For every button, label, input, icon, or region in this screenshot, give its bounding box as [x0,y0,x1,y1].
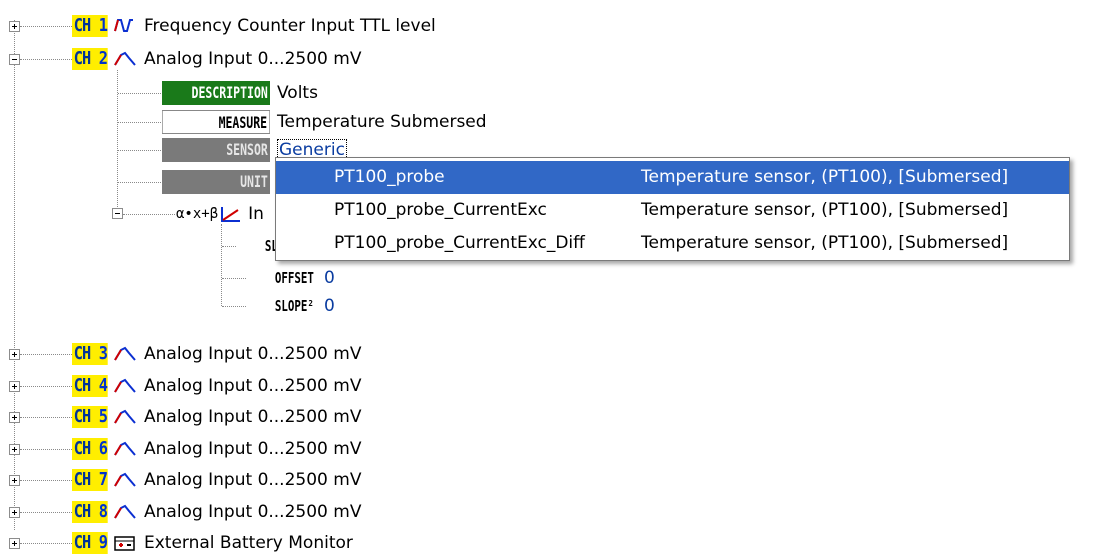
expand-toggle-ch5[interactable] [9,412,20,423]
tree-guide-line [20,386,72,387]
formula-value: In [248,204,264,224]
expand-toggle-ch7[interactable] [9,475,20,486]
sensor-dropdown-list[interactable]: PT100_probe Temperature sensor, (PT100),… [275,157,1070,261]
frequency-wave-icon [114,17,136,35]
channel-label: External Battery Monitor [144,533,353,553]
measure-value: Temperature Submersed [277,112,487,132]
tree-node-ch2[interactable]: CH 2 Analog Input 0...2500 mV [72,47,361,71]
tree-node-ch7[interactable]: CH 7 Analog Input 0...2500 mV [72,468,361,492]
analog-wave-icon [114,377,136,395]
analog-wave-icon [114,50,136,68]
expand-toggle-ch1[interactable] [9,21,20,32]
offset-tag: OFFSET [246,266,316,290]
tree-guide-line [20,26,72,27]
collapse-toggle-formula[interactable] [112,208,123,219]
channel-label: Analog Input 0...2500 mV [144,439,362,459]
channel-tree: CH 1 Frequency Counter Input TTL level C… [0,0,1095,554]
collapse-toggle-ch2[interactable] [9,54,20,65]
analog-wave-icon [114,345,136,363]
channel-tag: CH 5 [72,406,108,428]
slope2-tag: SLOPE² [246,294,316,318]
linear-formula-icon [220,205,242,223]
channel-label: Analog Input 0...2500 mV [144,407,362,427]
channel-tag: CH 9 [72,532,108,554]
tree-guide-line [20,449,72,450]
description-tag: DESCRIPTION [162,81,270,105]
tree-guide-line [20,59,72,60]
tree-guide-line [20,480,72,481]
prop-unit[interactable]: UNIT N [120,170,290,194]
tree-guide-line [20,512,72,513]
channel-label: Analog Input 0...2500 mV [144,344,362,364]
channel-tag: CH 1 [72,15,108,37]
prop-measure[interactable]: MEASURE Temperature Submersed [120,110,487,134]
analog-wave-icon [114,503,136,521]
tree-guide-line [20,354,72,355]
formula-tag: α•x+β [176,206,219,222]
tree-node-ch8[interactable]: CH 8 Analog Input 0...2500 mV [72,500,361,524]
prop-formula[interactable]: α•x+β In [176,202,264,226]
prop-offset[interactable]: OFFSET 0 [220,266,335,290]
channel-tag: CH 3 [72,343,108,365]
analog-wave-icon [114,471,136,489]
expand-toggle-ch6[interactable] [9,444,20,455]
tree-node-ch5[interactable]: CH 5 Analog Input 0...2500 mV [72,405,361,429]
offset-value: 0 [324,268,335,288]
channel-tag: CH 7 [72,469,108,491]
tree-node-ch6[interactable]: CH 6 Analog Input 0...2500 mV [72,437,361,461]
prop-slope2[interactable]: SLOPE² 0 [220,294,335,318]
channel-label: Analog Input 0...2500 mV [144,376,362,396]
tree-guide-line [20,543,72,544]
unit-tag: UNIT [162,170,270,194]
expand-toggle-ch3[interactable] [9,349,20,360]
battery-icon [114,534,136,552]
expand-toggle-ch8[interactable] [9,507,20,518]
sensor-option-pt100-probe-currentexc-diff[interactable]: PT100_probe_CurrentExc_Diff Temperature … [276,227,1069,260]
slope2-value: 0 [324,296,335,316]
measure-tag: MEASURE [162,110,270,134]
tree-node-ch3[interactable]: CH 3 Analog Input 0...2500 mV [72,342,361,366]
tree-guide-line [117,70,118,215]
description-value: Volts [277,83,318,103]
tree-node-ch4[interactable]: CH 4 Analog Input 0...2500 mV [72,374,361,398]
prop-description[interactable]: DESCRIPTION Volts [120,81,318,105]
tree-guide-line [123,214,175,215]
channel-label: Analog Input 0...2500 mV [144,502,362,522]
channel-label: Analog Input 0...2500 mV [144,470,362,490]
slope-tag: SL [236,234,280,258]
expand-toggle-ch9[interactable] [9,538,20,549]
channel-tag: CH 4 [72,375,108,397]
channel-tag: CH 8 [72,501,108,523]
expand-toggle-ch4[interactable] [9,381,20,392]
sensor-option-pt100-probe[interactable]: PT100_probe Temperature sensor, (PT100),… [276,161,1069,194]
sensor-tag: SENSOR [162,138,270,162]
channel-label: Analog Input 0...2500 mV [144,49,362,69]
channel-label: Frequency Counter Input TTL level [144,16,436,36]
tree-node-ch9[interactable]: CH 9 External Battery Monitor [72,531,353,555]
analog-wave-icon [114,408,136,426]
tree-node-ch1[interactable]: CH 1 Frequency Counter Input TTL level [72,14,436,38]
tree-guide-line [20,417,72,418]
channel-tag: CH 6 [72,438,108,460]
channel-tag: CH 2 [72,48,108,70]
analog-wave-icon [114,440,136,458]
sensor-option-pt100-probe-currentexc[interactable]: PT100_probe_CurrentExc Temperature senso… [276,194,1069,227]
